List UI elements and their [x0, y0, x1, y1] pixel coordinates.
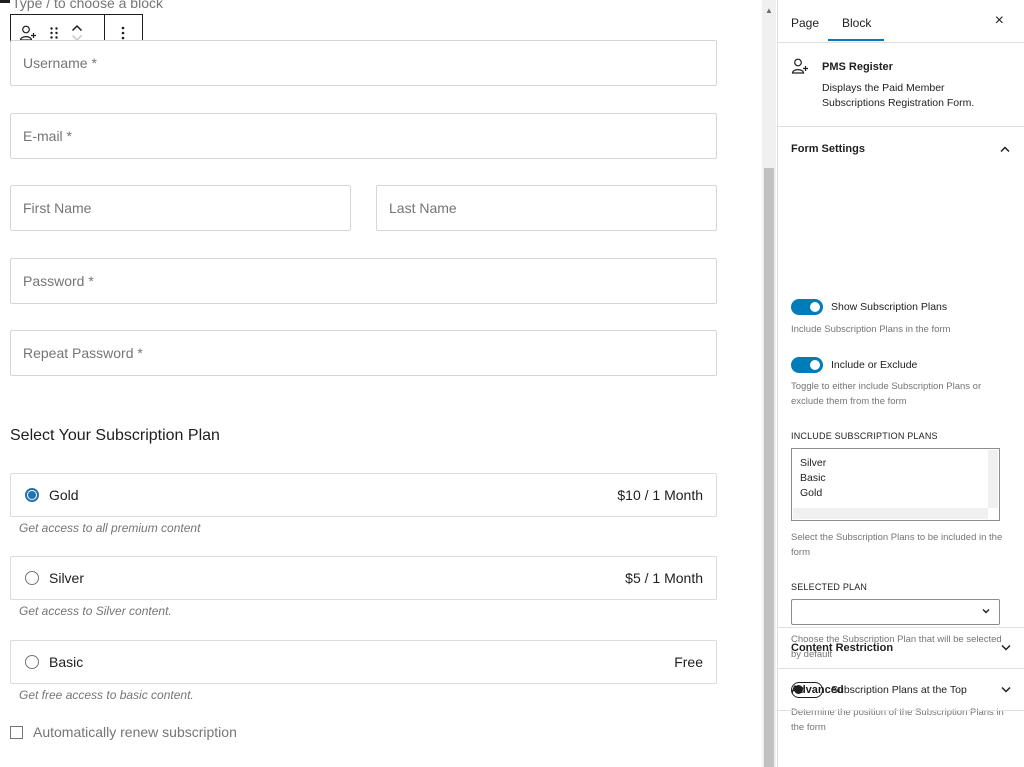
- radio-button[interactable]: [25, 655, 39, 669]
- username-field[interactable]: Username *: [10, 40, 717, 86]
- help-text: Select the Subscription Plans to be incl…: [791, 532, 1003, 558]
- scroll-up-arrow-icon[interactable]: ▲: [765, 6, 773, 15]
- plan-price: $5 / 1 Month: [625, 570, 703, 586]
- plan-price: Free: [674, 654, 703, 670]
- include-exclude-toggle[interactable]: [791, 357, 823, 373]
- plan-name: Silver: [49, 570, 85, 586]
- plan-option-gold[interactable]: Gold $10 / 1 Month: [10, 473, 717, 517]
- plan-name: Basic: [49, 654, 84, 670]
- more-vertical-icon: [122, 26, 125, 40]
- chevron-down-icon: [1001, 644, 1011, 651]
- drag-handle-icon: [50, 27, 58, 39]
- email-field[interactable]: E-mail *: [10, 113, 717, 159]
- help-text: Toggle to either include Subscription Pl…: [791, 381, 982, 407]
- auto-renew-label: Automatically renew subscription: [33, 724, 237, 740]
- plan-price: $10 / 1 Month: [617, 487, 703, 503]
- content-restriction-header[interactable]: Content Restriction: [778, 627, 1024, 669]
- chevron-up-icon[interactable]: [71, 23, 83, 33]
- show-plans-toggle-row[interactable]: Show Subscription Plans: [791, 299, 947, 315]
- chevron-down-icon: [982, 609, 990, 614]
- toggle-label: Include or Exclude: [831, 359, 918, 371]
- user-add-icon: [791, 58, 808, 74]
- list-item[interactable]: Silver: [800, 456, 991, 471]
- list-item[interactable]: Gold: [800, 486, 991, 501]
- plan-description: Get access to Silver content.: [19, 604, 172, 618]
- form-settings-panel: Form Settings Show Subscription Plans In…: [778, 127, 1024, 733]
- panel-title: Content Restriction: [791, 641, 894, 654]
- active-tab-indicator: [828, 39, 884, 41]
- plan-option-basic[interactable]: Basic Free: [10, 640, 717, 684]
- chevron-down-icon: [1001, 686, 1011, 693]
- help-text: Include Subscription Plans in the form: [791, 324, 951, 335]
- show-plans-toggle[interactable]: [791, 299, 823, 315]
- multiselect-vertical-scrollbar[interactable]: [988, 450, 998, 508]
- radio-button-checked[interactable]: [25, 488, 39, 502]
- plan-description: Get free access to basic content.: [19, 688, 194, 702]
- block-outline-corner: [0, 0, 10, 3]
- plan-name: Gold: [49, 487, 79, 503]
- repeat-password-field[interactable]: Repeat Password *: [10, 330, 717, 376]
- include-plans-label: INCLUDE SUBSCRIPTION PLANS: [791, 431, 938, 441]
- selected-plan-label: SELECTED PLAN: [791, 582, 868, 592]
- toggle-label: Show Subscription Plans: [831, 301, 948, 313]
- first-name-field[interactable]: First Name: [10, 185, 351, 231]
- block-name: PMS Register: [822, 61, 893, 73]
- scrollbar-thumb[interactable]: [764, 168, 774, 767]
- auto-renew-checkbox[interactable]: [10, 725, 23, 739]
- tab-page[interactable]: Page: [791, 16, 819, 30]
- include-exclude-toggle-row[interactable]: Include or Exclude: [791, 357, 917, 373]
- panel-title: Form Settings: [791, 143, 865, 155]
- editor-canvas: Type / to choose a block Username * E-ma…: [0, 0, 762, 767]
- panel-title: Advanced: [791, 683, 844, 696]
- last-name-field[interactable]: Last Name: [376, 185, 717, 231]
- radio-button[interactable]: [25, 571, 39, 585]
- multiselect-horizontal-scrollbar[interactable]: [793, 508, 988, 519]
- auto-renew-option[interactable]: Automatically renew subscription: [10, 724, 237, 740]
- form-settings-header[interactable]: Form Settings: [778, 127, 1024, 171]
- list-item[interactable]: Basic: [800, 471, 991, 486]
- password-field[interactable]: Password *: [10, 258, 717, 304]
- plans-title: Select Your Subscription Plan: [10, 427, 220, 444]
- canvas-scrollbar[interactable]: ▲: [762, 0, 776, 767]
- include-plans-multiselect[interactable]: Silver Basic Gold: [791, 448, 1000, 521]
- settings-sidebar: Page Block × PMS Register Displays the P…: [777, 0, 1024, 767]
- sidebar-tabs: Page Block ×: [778, 0, 1024, 43]
- close-icon[interactable]: ×: [995, 12, 1004, 30]
- block-placeholder[interactable]: Type / to choose a block: [12, 0, 163, 11]
- plan-option-silver[interactable]: Silver $5 / 1 Month: [10, 556, 717, 600]
- tab-block[interactable]: Block: [842, 16, 871, 30]
- chevron-up-icon: [1000, 146, 1010, 153]
- selected-plan-select[interactable]: [791, 599, 1000, 625]
- plan-description: Get access to all premium content: [19, 521, 201, 535]
- advanced-header[interactable]: Advanced: [778, 669, 1024, 711]
- block-description: Displays the Paid Member Subscriptions R…: [822, 82, 975, 109]
- block-card: PMS Register Displays the Paid Member Su…: [778, 43, 1024, 127]
